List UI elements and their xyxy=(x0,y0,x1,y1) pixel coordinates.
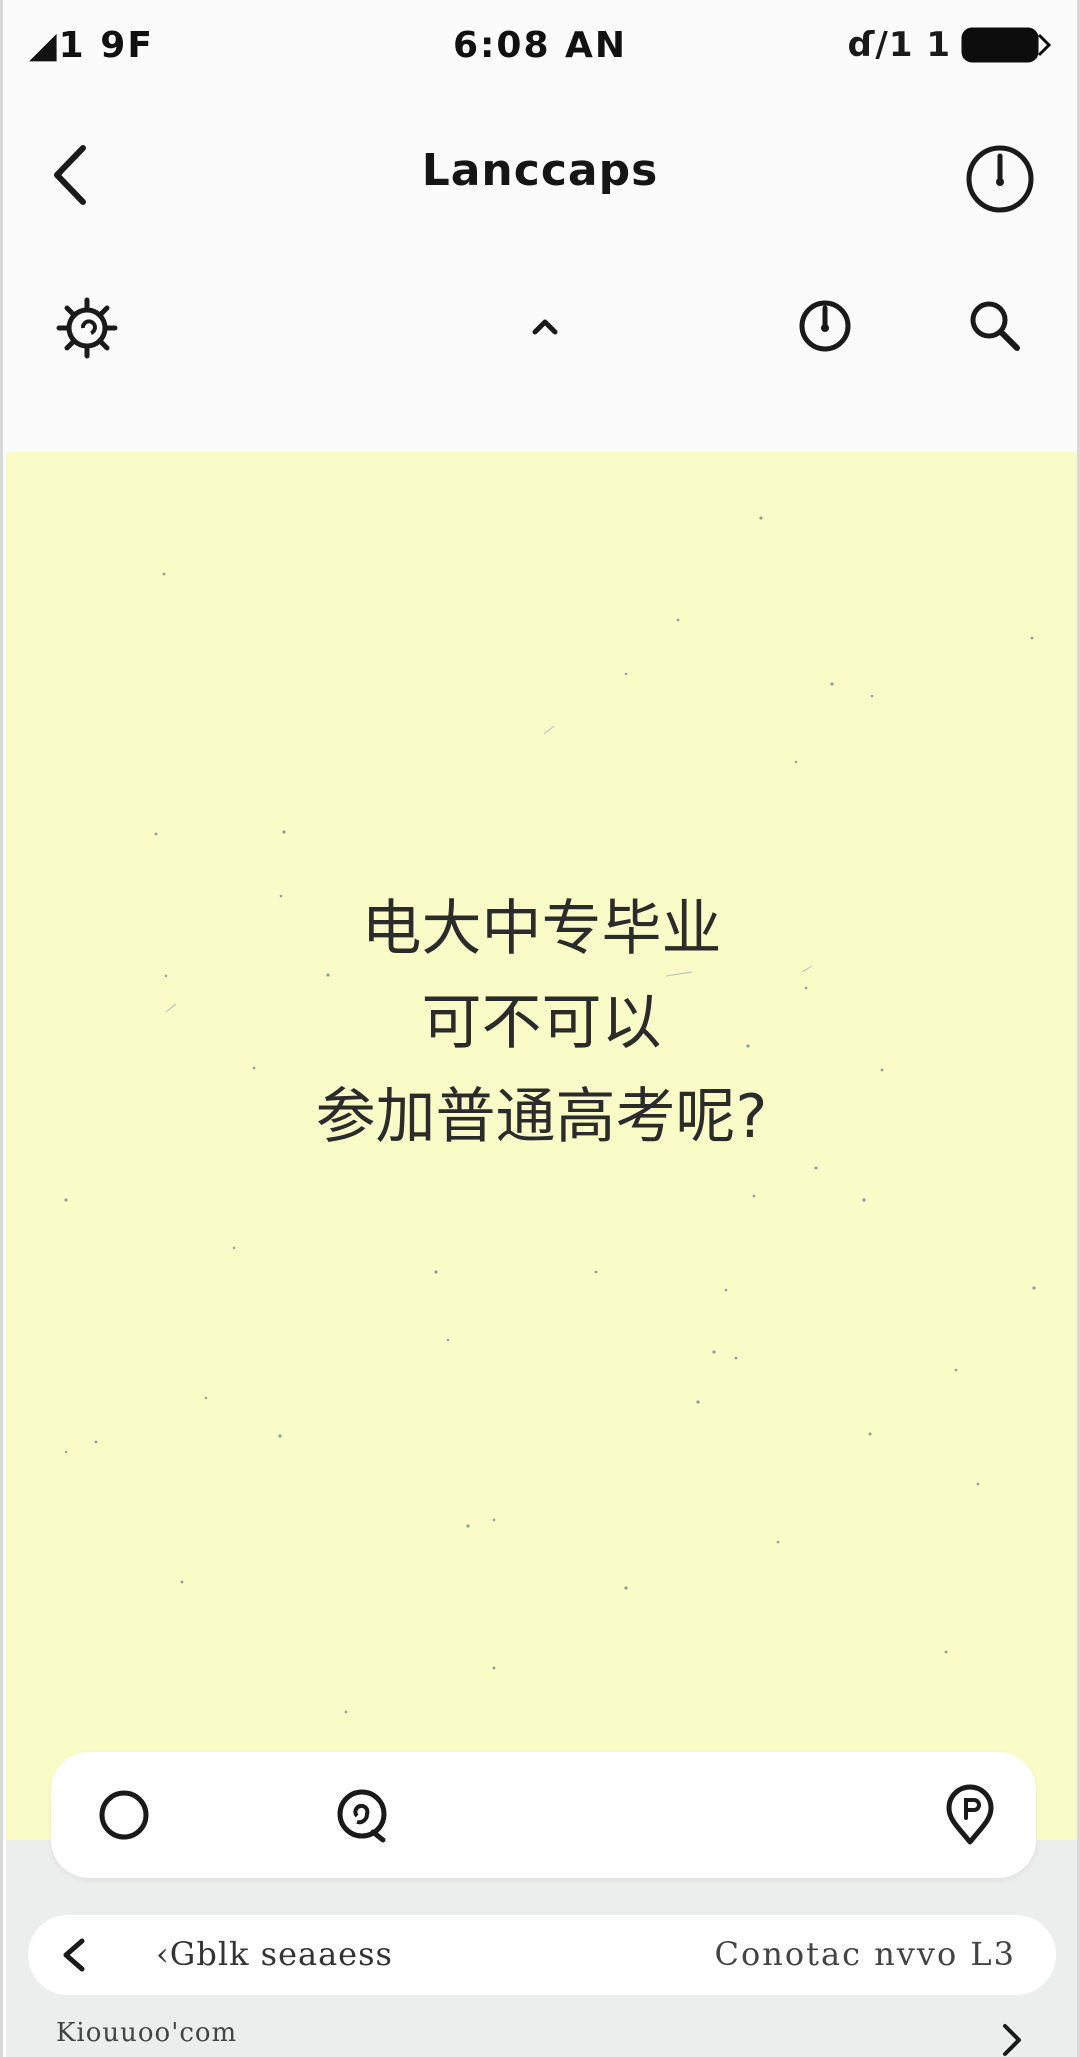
chevron-up-icon[interactable] xyxy=(511,292,579,360)
question-text: 电大中专毕业 可不可以 参加普通高考呢? xyxy=(6,882,1077,1164)
clock-icon[interactable] xyxy=(963,142,1037,216)
pin-icon[interactable] xyxy=(937,1782,1003,1848)
chevron-right-icon[interactable] xyxy=(997,2020,1027,2057)
url-text: Kiouuoo'com xyxy=(56,2018,238,2048)
address-right-text[interactable]: Conotac nvvo L3 xyxy=(715,1935,1016,1973)
address-bar[interactable]: ‹Gblk seaaess Conotac nvvo L3 xyxy=(28,1915,1056,1995)
search-icon[interactable] xyxy=(961,292,1029,360)
address-left-text[interactable]: ‹Gblk seaaess xyxy=(156,1935,393,1973)
phone-frame: ◢1 9F 6:08 AN ɗ/1 1 Lanccaps 电大中专毕业 可不可以… xyxy=(0,0,1080,2057)
gear-icon[interactable] xyxy=(53,292,121,360)
content-area: 电大中专毕业 可不可以 参加普通高考呢? xyxy=(6,452,1077,1840)
toolbar xyxy=(3,270,1077,390)
signal-indicator: ɗ/1 1 xyxy=(847,25,951,65)
status-left: ◢1 9F xyxy=(29,24,154,66)
clock-icon[interactable] xyxy=(791,292,859,360)
page-title: Lanccaps xyxy=(421,144,659,196)
chevron-left-icon[interactable] xyxy=(43,140,103,210)
spiral-icon[interactable] xyxy=(329,1782,395,1848)
circle-icon[interactable] xyxy=(91,1782,157,1848)
status-right: ɗ/1 1 xyxy=(848,25,1054,65)
header: Lanccaps xyxy=(3,100,1077,250)
action-card xyxy=(51,1752,1036,1878)
status-bar: ◢1 9F 6:08 AN ɗ/1 1 xyxy=(3,0,1077,90)
battery-icon xyxy=(961,27,1052,63)
question-line: 可不可以 xyxy=(421,988,662,1058)
chevron-left-icon[interactable] xyxy=(54,1933,94,1977)
question-line: 参加普通高考呢? xyxy=(315,1082,768,1152)
question-line: 电大中专毕业 xyxy=(361,894,722,964)
